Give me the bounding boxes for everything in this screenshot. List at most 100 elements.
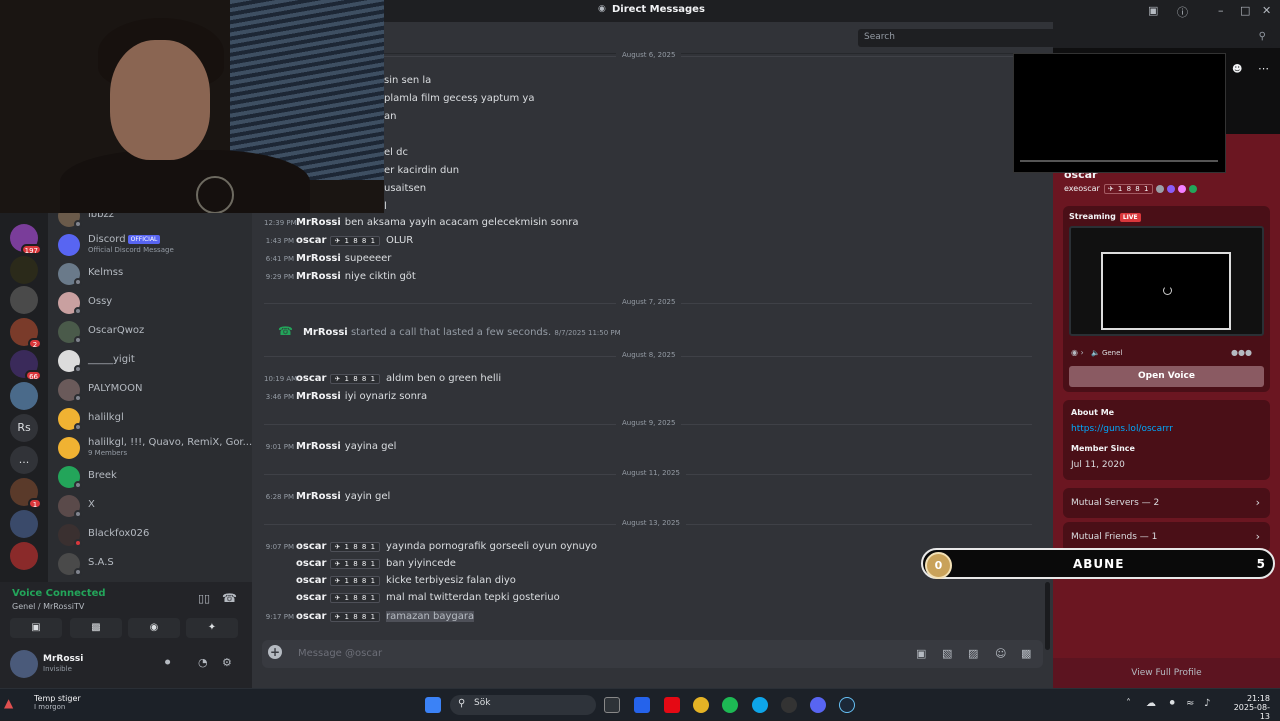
gif-icon[interactable]: ▧ bbox=[942, 647, 952, 660]
emoji-icon[interactable]: ☺ bbox=[995, 647, 1006, 660]
close-button[interactable]: ✕ bbox=[1262, 4, 1271, 17]
dm-item[interactable]: Blackfox026 bbox=[56, 522, 246, 550]
share-screen-button[interactable]: ▩ bbox=[70, 618, 122, 638]
search-input[interactable]: Search ⚲ bbox=[858, 29, 1272, 47]
message-row[interactable]: 6:41 PM MrRossi supeeeer bbox=[264, 253, 392, 269]
microphone-icon[interactable]: ⚫ bbox=[163, 656, 172, 669]
edge-icon[interactable] bbox=[752, 697, 768, 713]
store-icon[interactable] bbox=[634, 697, 650, 713]
server-icon[interactable] bbox=[10, 256, 38, 284]
spotify-icon[interactable] bbox=[722, 697, 738, 713]
server-icon[interactable] bbox=[10, 542, 38, 570]
volume-icon[interactable]: ♪ bbox=[1204, 698, 1210, 709]
author-name[interactable]: oscar bbox=[296, 558, 326, 569]
author-name[interactable]: MrRossi bbox=[296, 271, 341, 282]
author-name[interactable]: MrRossi bbox=[296, 253, 341, 264]
sticker-icon[interactable]: ▨ bbox=[968, 647, 978, 660]
message-row[interactable]: oscar ✈ 1 8 8 1 ban yiyincede bbox=[264, 558, 456, 574]
dm-item[interactable]: Breek bbox=[56, 464, 246, 492]
inbox-icon[interactable]: ▣ bbox=[1148, 4, 1158, 17]
discord-taskbar-icon[interactable] bbox=[810, 697, 826, 713]
user-avatar[interactable] bbox=[10, 650, 38, 678]
attach-plus-icon[interactable]: + bbox=[268, 645, 282, 659]
microphone-tray-icon[interactable]: ⚫ bbox=[1168, 698, 1176, 709]
server-more[interactable]: ... bbox=[10, 446, 38, 474]
weather-widget[interactable]: Temp stiger I morgon bbox=[34, 694, 81, 711]
about-link[interactable]: https://guns.lol/oscarrr bbox=[1071, 424, 1173, 434]
disconnect-icon[interactable]: ☎ bbox=[222, 591, 237, 605]
app-icon[interactable] bbox=[781, 697, 797, 713]
open-voice-button[interactable]: Open Voice bbox=[1069, 366, 1264, 387]
message-composer[interactable]: + Message @oscar ▣ ▧ ▨ ☺ ▩ bbox=[262, 640, 1043, 668]
message-row[interactable]: oscar ✈ 1 8 8 1 mal mal twitterdan tepki g… bbox=[264, 592, 560, 608]
dm-item[interactable]: S.A.S bbox=[56, 551, 246, 579]
author-name[interactable]: MrRossi bbox=[303, 327, 348, 338]
steam-icon[interactable] bbox=[839, 697, 855, 713]
dm-item[interactable]: halilkgl bbox=[56, 406, 246, 434]
taskbar-search[interactable]: ⚲ Sök bbox=[450, 695, 596, 715]
message-input[interactable]: Message @oscar bbox=[298, 648, 382, 659]
minimize-button[interactable]: – bbox=[1218, 4, 1224, 17]
activity-button[interactable]: ◉ bbox=[128, 618, 180, 638]
maximize-button[interactable]: □ bbox=[1240, 4, 1250, 17]
headphones-icon[interactable]: ◔ bbox=[198, 656, 208, 669]
message-row[interactable]: 1:43 PM oscar ✈ 1 8 8 1 OLUR bbox=[264, 235, 413, 251]
tray-chevron-up-icon[interactable]: ˄ bbox=[1126, 698, 1131, 709]
onedrive-icon[interactable]: ☁ bbox=[1146, 698, 1156, 709]
add-friend-icon[interactable]: ☻ bbox=[1232, 64, 1242, 75]
voice-channel-link[interactable]: Genel / MrRossiTV bbox=[12, 602, 84, 611]
gift-icon[interactable]: ▣ bbox=[916, 647, 926, 660]
settings-gear-icon[interactable]: ⚙ bbox=[222, 656, 232, 669]
start-button-icon[interactable] bbox=[425, 697, 441, 713]
picture-in-picture-video[interactable] bbox=[1013, 53, 1226, 173]
author-name[interactable]: oscar bbox=[296, 541, 326, 552]
clock[interactable]: 21:18 2025-08-13 bbox=[1226, 694, 1270, 721]
message-row[interactable]: 9:17 PM oscar ✈ 1 8 8 1 ramazan baygara bbox=[264, 611, 475, 627]
author-name[interactable]: oscar bbox=[296, 575, 326, 586]
message-row[interactable]: 3:46 PM MrRossi iyi oynariz sonra bbox=[264, 391, 427, 407]
mutual-servers-row[interactable]: Mutual Servers — 2 › bbox=[1063, 488, 1270, 518]
message-row[interactable]: 9:29 PM MrRossi niye ciktin göt bbox=[264, 271, 416, 287]
help-icon[interactable]: ⓘ bbox=[1177, 4, 1188, 20]
server-icon[interactable] bbox=[10, 382, 38, 410]
dm-item[interactable]: OscarQwoz bbox=[56, 319, 246, 347]
chrome-icon[interactable] bbox=[693, 697, 709, 713]
message-row[interactable]: 10:19 AMoscar ✈ 1 8 8 1 aldım ben o green … bbox=[264, 373, 501, 389]
message-row[interactable]: 12:39 PMMrRossi ben aksama yayin acacam g… bbox=[264, 217, 578, 233]
stream-preview[interactable] bbox=[1069, 226, 1264, 336]
view-full-profile-button[interactable]: View Full Profile bbox=[1053, 658, 1280, 688]
activities-icon[interactable]: ▩ bbox=[1021, 647, 1031, 660]
author-name[interactable]: MrRossi bbox=[296, 391, 341, 402]
server-icon[interactable] bbox=[10, 286, 38, 314]
noise-suppression-icon[interactable]: ▯▯ bbox=[198, 592, 210, 605]
more-options-icon[interactable]: ⋯ bbox=[1258, 62, 1269, 75]
server-icon[interactable]: 197 bbox=[10, 224, 42, 255]
author-name[interactable]: oscar bbox=[296, 235, 326, 246]
server-rs[interactable]: Rs bbox=[10, 414, 38, 442]
video-progress-bar[interactable] bbox=[1020, 160, 1218, 162]
server-icon[interactable]: 2 bbox=[10, 318, 42, 349]
message-row[interactable]: oscar ✈ 1 8 8 1 kicke terbiyesiz falan diy… bbox=[264, 575, 516, 591]
message-row[interactable]: 9:07 PM oscar ✈ 1 8 8 1 yayında pornografik… bbox=[264, 541, 597, 557]
dm-item-group[interactable]: halilkgl, !!!, Quavo, RemiX, Gor... 9 Mem… bbox=[56, 435, 252, 463]
dm-item[interactable]: _____yigit bbox=[56, 348, 246, 376]
soundboard-button[interactable]: ✦ bbox=[186, 618, 238, 638]
dm-item[interactable]: Ossy bbox=[56, 290, 246, 318]
camera-off-button[interactable]: ▣ bbox=[10, 618, 62, 638]
dm-item-discord[interactable]: Discord OFFICIAL Official Discord Message bbox=[56, 232, 246, 260]
netflix-icon[interactable] bbox=[664, 697, 680, 713]
author-name[interactable]: oscar bbox=[296, 592, 326, 603]
server-icon[interactable]: 1 bbox=[10, 478, 42, 509]
wifi-icon[interactable]: ≈ bbox=[1186, 698, 1194, 709]
dm-item[interactable]: Kelmss bbox=[56, 261, 246, 289]
dm-item[interactable]: X bbox=[56, 493, 246, 521]
task-view-icon[interactable] bbox=[604, 697, 620, 713]
author-name[interactable]: MrRossi bbox=[296, 491, 341, 502]
scrollbar[interactable] bbox=[1045, 582, 1050, 650]
author-name[interactable]: MrRossi bbox=[296, 441, 341, 452]
message-row[interactable]: 6:28 PM MrRossi yayin gel bbox=[264, 491, 391, 507]
dm-item[interactable]: PALYMOON bbox=[56, 377, 246, 405]
author-name[interactable]: oscar bbox=[296, 373, 326, 384]
server-icon[interactable]: 66 bbox=[10, 350, 42, 381]
message-row[interactable]: 9:01 PM MrRossi yayina gel bbox=[264, 441, 397, 457]
